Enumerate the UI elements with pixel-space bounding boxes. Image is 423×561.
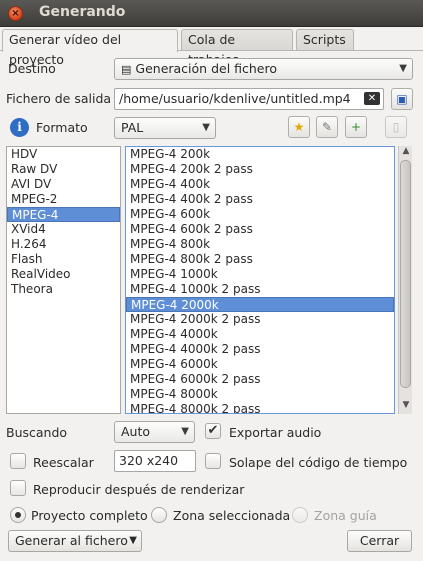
format-value: PAL <box>121 120 144 135</box>
delete-icon[interactable]: ▯ <box>385 116 407 138</box>
profile-list[interactable]: MPEG-4 200k MPEG-4 200k 2 pass MPEG-4 400k… <box>125 146 395 414</box>
rescale-label: Reescalar <box>33 455 94 470</box>
selected-zone-radio[interactable] <box>151 507 167 523</box>
output-file-label: Fichero de salida <box>6 91 112 106</box>
seek-label: Buscando <box>6 425 68 440</box>
profile-item[interactable]: MPEG-4 2000k 2 pass <box>126 312 394 327</box>
format-label: Formato <box>36 120 88 135</box>
category-item[interactable]: MPEG-4 <box>7 207 120 222</box>
category-item[interactable]: MPEG-2 <box>7 192 120 207</box>
profile-item[interactable]: MPEG-4 6000k 2 pass <box>126 372 394 387</box>
tab-bar: Generar vídeo del proyecto Cola de traba… <box>0 29 423 67</box>
rescale-checkbox[interactable] <box>10 453 26 469</box>
close-button[interactable]: Cerrar <box>347 530 412 552</box>
guide-zone-radio[interactable] <box>292 507 308 523</box>
save-file-icon[interactable]: ▣ <box>391 88 413 110</box>
profile-item[interactable]: MPEG-4 4000k 2 pass <box>126 342 394 357</box>
category-item[interactable]: Theora <box>7 282 120 297</box>
category-item[interactable]: XVid4 <box>7 222 120 237</box>
tab-scripts[interactable]: Scripts <box>296 29 354 51</box>
category-item[interactable]: Flash <box>7 252 120 267</box>
profile-item[interactable]: MPEG-4 400k <box>126 177 394 192</box>
star-icon[interactable]: ★ <box>288 116 310 138</box>
category-item[interactable]: Raw DV <box>7 162 120 177</box>
timecode-label: Solape del código de tiempo <box>229 455 408 470</box>
format-combo[interactable]: PAL ▼ <box>114 117 216 139</box>
chevron-down-icon: ▼ <box>202 122 210 133</box>
output-file-value: /home/usuario/kdenlive/untitled.mp4 <box>119 91 351 106</box>
profile-item[interactable]: MPEG-4 6000k <box>126 357 394 372</box>
chevron-down-icon: ▼ <box>181 426 189 437</box>
info-icon[interactable]: i <box>10 118 29 137</box>
output-file-input[interactable]: /home/usuario/kdenlive/untitled.mp4 <box>114 88 384 110</box>
full-project-radio[interactable] <box>10 507 26 523</box>
profile-item[interactable]: MPEG-4 2000k <box>126 297 394 312</box>
category-list[interactable]: HDV Raw DV AVI DV MPEG-2 MPEG-4 XVid4 H.264 Fla… <box>6 146 121 414</box>
title-bar: × Generando <box>0 0 423 27</box>
profile-item[interactable]: MPEG-4 8000k <box>126 387 394 402</box>
profile-item[interactable]: MPEG-4 200k <box>126 147 394 162</box>
category-item[interactable]: AVI DV <box>7 177 120 192</box>
profile-item[interactable]: MPEG-4 800k <box>126 237 394 252</box>
export-audio-checkbox[interactable]: ✔ <box>205 423 221 439</box>
new-profile-icon[interactable]: + <box>345 116 367 138</box>
window-title: Generando <box>39 4 126 20</box>
play-after-label: Reproducir después de renderizar <box>33 482 245 497</box>
rescale-input[interactable]: 320 x240 <box>114 450 196 472</box>
scroll-thumb[interactable] <box>400 160 411 388</box>
category-item[interactable]: RealVideo <box>7 267 120 282</box>
profile-item[interactable]: MPEG-4 200k 2 pass <box>126 162 394 177</box>
full-project-label: Proyecto completo <box>31 508 148 523</box>
scroll-down-icon[interactable]: ▼ <box>399 400 413 410</box>
clear-icon[interactable]: ✕ <box>364 92 380 105</box>
guide-zone-label: Zona guía <box>314 508 377 523</box>
selected-zone-label: Zona seleccionada <box>173 508 291 523</box>
category-item[interactable]: HDV <box>7 147 120 162</box>
render-to-file-button[interactable]: Generar al fichero ▼ <box>8 530 142 552</box>
profile-item[interactable]: MPEG-4 8000k 2 pass <box>126 402 394 413</box>
chevron-down-icon: ▼ <box>129 535 137 546</box>
profile-item[interactable]: MPEG-4 600k <box>126 207 394 222</box>
category-item[interactable]: H.264 <box>7 237 120 252</box>
seek-value: Auto <box>121 424 151 439</box>
timecode-checkbox[interactable] <box>205 453 221 469</box>
render-dialog: × Generando Generar vídeo del proyecto C… <box>0 0 423 561</box>
rescale-value: 320 x240 <box>119 453 179 468</box>
export-audio-label: Exportar audio <box>229 425 322 440</box>
tab-job-queue[interactable]: Cola de trabajos <box>181 29 293 67</box>
destination-combo[interactable]: ▤ Generación del fichero ▼ <box>114 58 413 80</box>
profile-item[interactable]: MPEG-4 600k 2 pass <box>126 222 394 237</box>
tab-render-project[interactable]: Generar vídeo del proyecto <box>2 29 178 67</box>
file-icon: ▤ <box>121 63 132 76</box>
profile-scrollbar[interactable]: ▲ ▼ <box>398 146 412 414</box>
profile-item[interactable]: MPEG-4 1000k 2 pass <box>126 282 394 297</box>
profile-item[interactable]: MPEG-4 4000k <box>126 327 394 342</box>
chevron-down-icon: ▼ <box>399 63 407 74</box>
destination-value: Generación del fichero <box>135 61 278 76</box>
render-to-file-label: Generar al fichero <box>15 533 128 548</box>
close-icon[interactable]: × <box>8 6 23 21</box>
profile-item[interactable]: MPEG-4 1000k <box>126 267 394 282</box>
edit-icon[interactable]: ✎ <box>316 116 338 138</box>
play-after-checkbox[interactable] <box>10 480 26 496</box>
seek-combo[interactable]: Auto ▼ <box>114 421 195 443</box>
profile-item[interactable]: MPEG-4 800k 2 pass <box>126 252 394 267</box>
profile-item[interactable]: MPEG-4 400k 2 pass <box>126 192 394 207</box>
scroll-up-icon[interactable]: ▲ <box>399 146 413 156</box>
